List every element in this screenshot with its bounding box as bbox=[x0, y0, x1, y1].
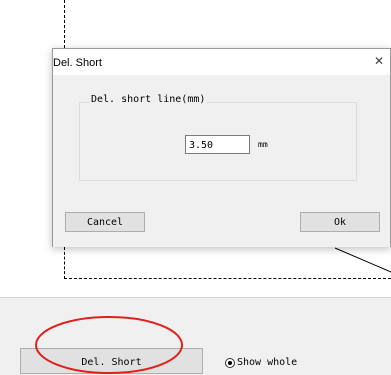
ok-button[interactable]: Ok bbox=[300, 212, 380, 232]
length-input[interactable] bbox=[185, 135, 250, 154]
group-label: Del. short line(mm) bbox=[89, 94, 208, 105]
cancel-button-label: Cancel bbox=[86, 216, 124, 228]
close-icon[interactable]: ✕ bbox=[371, 53, 387, 69]
dialog-titlebar: Del. Short ✕ bbox=[53, 49, 390, 75]
dialog-title: Del. Short bbox=[53, 57, 102, 69]
dialog-body: Del. short line(mm) mm Cancel Ok bbox=[53, 75, 390, 247]
cancel-button[interactable]: Cancel bbox=[65, 212, 145, 232]
unit-label: mm bbox=[258, 140, 268, 149]
del-short-dialog: Del. Short ✕ Del. short line(mm) mm Canc… bbox=[52, 48, 391, 247]
ok-button-label: Ok bbox=[333, 216, 347, 228]
